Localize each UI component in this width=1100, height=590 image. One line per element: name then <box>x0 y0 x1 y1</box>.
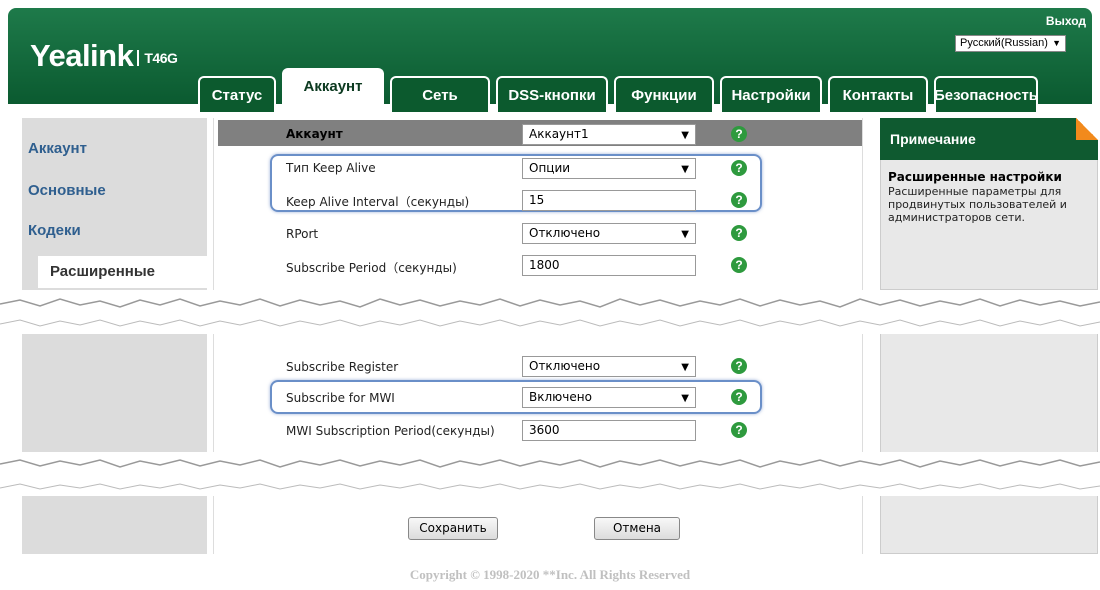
rport-label: RPort <box>286 227 319 241</box>
model-name: T46G <box>137 50 178 66</box>
account-label: Аккаунт <box>286 127 343 141</box>
sidebar-item-basic[interactable]: Основные <box>28 182 106 199</box>
dropdown-arrow-icon: ▼ <box>681 229 689 240</box>
subscribe-period-input[interactable]: 1800 <box>522 255 696 276</box>
save-button[interactable]: Сохранить <box>408 517 498 540</box>
page-curl-icon <box>1076 118 1098 140</box>
sidebar-bottom <box>22 496 207 554</box>
help-icon[interactable]: ? <box>731 160 747 176</box>
logout-link[interactable]: Выход <box>1046 14 1086 28</box>
tab-features[interactable]: Функции <box>614 76 714 112</box>
notes-header: Примечание <box>880 118 1098 160</box>
language-value: Русский(Russian) <box>960 37 1048 49</box>
language-select[interactable]: Русский(Russian) ▼ <box>955 35 1066 52</box>
dropdown-arrow-icon: ▼ <box>681 362 689 373</box>
sidebar-item-account[interactable]: Аккаунт <box>28 140 87 157</box>
subscribe-mwi-select[interactable]: Включено ▼ <box>522 387 696 408</box>
subscribe-register-label: Subscribe Register <box>286 360 399 374</box>
torn-break <box>0 452 1100 496</box>
tab-settings[interactable]: Настройки <box>720 76 822 112</box>
top-header: Yealink T46G Выход Русский(Russian) ▼ Ста… <box>8 8 1092 112</box>
help-icon[interactable]: ? <box>731 422 747 438</box>
sidebar-item-advanced[interactable]: Расширенные <box>38 256 213 288</box>
dropdown-arrow-icon: ▼ <box>681 164 689 175</box>
help-icon[interactable]: ? <box>731 257 747 273</box>
help-icon[interactable]: ? <box>731 225 747 241</box>
dropdown-arrow-icon: ▼ <box>1052 38 1061 48</box>
notes-text: Расширенные параметры для продвинутых по… <box>888 185 1067 224</box>
tab-network[interactable]: Сеть <box>390 76 490 112</box>
tab-status[interactable]: Статус <box>198 76 276 112</box>
sidebar-item-codecs[interactable]: Кодеки <box>28 222 81 239</box>
subscribe-period-label: Subscribe Period（секунды) <box>286 261 457 275</box>
notes-title: Расширенные настройки <box>888 170 1062 184</box>
keepalive-type-select[interactable]: Опции ▼ <box>522 158 696 179</box>
sidebar-middle <box>22 334 207 452</box>
keepalive-type-label: Тип Keep Alive <box>286 161 376 175</box>
help-icon[interactable]: ? <box>731 389 747 405</box>
tab-account[interactable]: Аккаунт <box>282 68 384 112</box>
keepalive-interval-label: Keep Alive Interval（секунды) <box>286 195 470 209</box>
tab-contacts[interactable]: Контакты <box>828 76 928 112</box>
dropdown-arrow-icon: ▼ <box>681 130 689 141</box>
subscribe-register-select[interactable]: Отключено ▼ <box>522 356 696 377</box>
yealink-logo: Yealink T46G <box>30 38 178 74</box>
mwi-period-input[interactable]: 3600 <box>522 420 696 441</box>
keepalive-type-value: Опции <box>529 161 571 175</box>
main-tabs: Статус Аккаунт Сеть DSS-кнопки Функции Н… <box>198 68 1038 112</box>
rport-value: Отключено <box>529 226 601 240</box>
keepalive-interval-input[interactable]: 15 <box>522 190 696 211</box>
tab-dss-keys[interactable]: DSS-кнопки <box>496 76 608 112</box>
cancel-button[interactable]: Отмена <box>594 517 680 540</box>
tab-security[interactable]: Безопасность <box>934 76 1038 112</box>
notes-bottom <box>880 496 1098 554</box>
help-icon[interactable]: ? <box>731 192 747 208</box>
subscribe-mwi-label: Subscribe for MWI <box>286 391 395 405</box>
dropdown-arrow-icon: ▼ <box>681 393 689 404</box>
account-value: Аккаунт1 <box>529 127 589 141</box>
subscribe-register-value: Отключено <box>529 359 601 373</box>
help-icon[interactable]: ? <box>731 126 747 142</box>
brand-name: Yealink <box>30 38 134 73</box>
copyright-text: Copyright © 1998-2020 **Inc. All Rights … <box>409 567 691 582</box>
notes-middle <box>880 334 1098 452</box>
mwi-period-label: MWI Subscription Period(секунды) <box>286 424 495 438</box>
account-select[interactable]: Аккаунт1 ▼ <box>522 124 696 145</box>
help-icon[interactable]: ? <box>731 358 747 374</box>
torn-break <box>0 290 1100 334</box>
rport-select[interactable]: Отключено ▼ <box>522 223 696 244</box>
subscribe-mwi-value: Включено <box>529 390 592 404</box>
